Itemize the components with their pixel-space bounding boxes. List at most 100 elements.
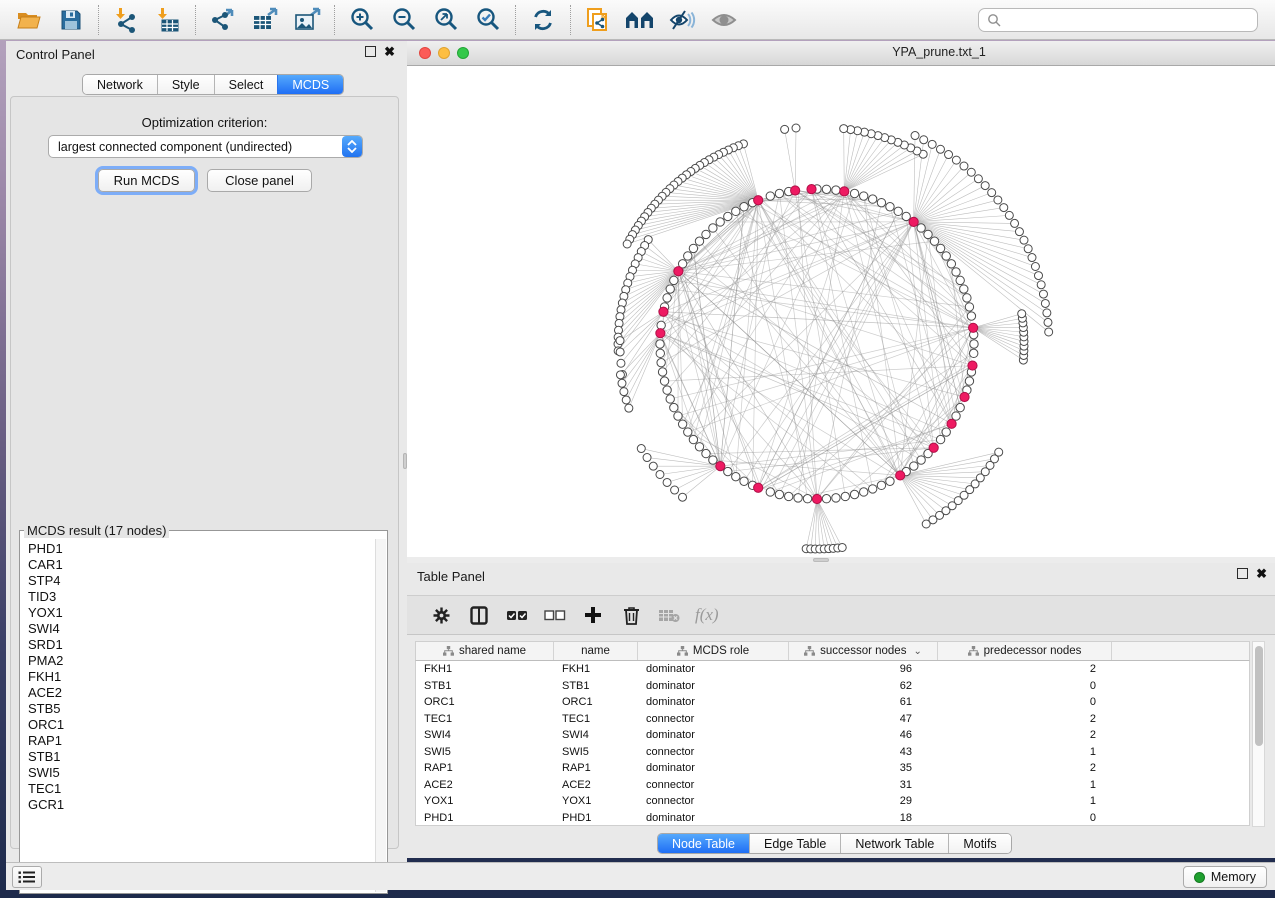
float-panel-icon[interactable]	[365, 46, 376, 57]
export-image-icon[interactable]	[286, 3, 328, 37]
table-row[interactable]: SWI4SWI4dominator462	[416, 727, 1249, 744]
mcds-result-list[interactable]: PHD1CAR1STP4TID3YOX1SWI4SRD1PMA2FKH1ACE2…	[21, 539, 375, 892]
tab-motifs[interactable]: Motifs	[948, 834, 1010, 853]
tab-network-table[interactable]: Network Table	[840, 834, 948, 853]
function-builder-icon[interactable]: f(x)	[695, 605, 719, 625]
list-item[interactable]: SWI4	[28, 621, 375, 637]
table-row[interactable]: ORC1ORC1dominator610	[416, 694, 1249, 711]
zoom-selected-icon[interactable]	[467, 3, 509, 37]
import-network-icon[interactable]	[105, 3, 147, 37]
table-panel-title: Table Panel	[417, 569, 485, 584]
column-header-predecessor-nodes[interactable]: predecessor nodes	[938, 642, 1112, 660]
list-item[interactable]: STB1	[28, 749, 375, 765]
table-row[interactable]: PHD1PHD1dominator180	[416, 810, 1249, 827]
list-item[interactable]: RAP1	[28, 733, 375, 749]
list-item[interactable]: ORC1	[28, 717, 375, 733]
list-item[interactable]: STP4	[28, 573, 375, 589]
control-panel-tabs: NetworkStyleSelectMCDS	[82, 74, 344, 95]
network-titlebar[interactable]: YPA_prune.txt_1	[407, 41, 1275, 66]
tab-node-table[interactable]: Node Table	[658, 834, 749, 853]
unselect-all-icon[interactable]	[543, 603, 567, 627]
export-table-icon[interactable]	[244, 3, 286, 37]
optimization-criterion-select[interactable]: largest connected component (undirected)	[48, 135, 363, 158]
table-cell: SWI5	[554, 746, 638, 758]
window-maximize-icon[interactable]	[457, 47, 469, 59]
delete-column-icon[interactable]	[619, 603, 643, 627]
tab-network[interactable]: Network	[83, 75, 157, 94]
table-row[interactable]: SWI5SWI5connector431	[416, 744, 1249, 761]
search-box[interactable]	[978, 8, 1258, 32]
window-minimize-icon[interactable]	[438, 47, 450, 59]
task-history-button[interactable]	[12, 866, 42, 888]
network-canvas[interactable]	[407, 66, 1275, 557]
import-table-icon[interactable]	[147, 3, 189, 37]
save-icon[interactable]	[50, 3, 92, 37]
column-header-MCDS-role[interactable]: MCDS role	[638, 642, 789, 660]
table-row[interactable]: ACE2ACE2connector311	[416, 777, 1249, 794]
select-all-icon[interactable]	[505, 603, 529, 627]
table-row[interactable]: TEC1TEC1connector472	[416, 711, 1249, 728]
search-input[interactable]	[1007, 13, 1249, 27]
search-icon	[987, 13, 1001, 27]
memory-button[interactable]: Memory	[1183, 866, 1267, 888]
memory-label: Memory	[1211, 870, 1256, 884]
float-panel-icon[interactable]	[1237, 568, 1248, 579]
show-all-icon[interactable]	[703, 3, 745, 37]
list-item[interactable]: PMA2	[28, 653, 375, 669]
list-item[interactable]: TEC1	[28, 781, 375, 797]
zoom-in-icon[interactable]	[341, 3, 383, 37]
table-cell: dominator	[638, 663, 789, 675]
list-item[interactable]: STB5	[28, 701, 375, 717]
list-item[interactable]: TID3	[28, 589, 375, 605]
scrollbar-thumb[interactable]	[1255, 646, 1263, 746]
list-item[interactable]: FKH1	[28, 669, 375, 685]
delete-table-icon[interactable]	[657, 603, 681, 627]
first-neighbors-icon[interactable]	[619, 3, 661, 37]
show-columns-icon[interactable]	[467, 603, 491, 627]
window-close-icon[interactable]	[419, 47, 431, 59]
table-scrollbar[interactable]	[1252, 641, 1265, 827]
tab-style[interactable]: Style	[157, 75, 214, 94]
mcds-result-title: MCDS result (17 nodes)	[24, 523, 169, 538]
column-header-name[interactable]: name	[554, 642, 638, 660]
close-panel-button[interactable]: Close panel	[207, 169, 312, 192]
refresh-layout-icon[interactable]	[522, 3, 564, 37]
hide-selected-icon[interactable]	[661, 3, 703, 37]
table-row[interactable]: YOX1YOX1connector291	[416, 793, 1249, 810]
tab-mcds[interactable]: MCDS	[277, 75, 343, 94]
close-panel-icon[interactable]: ✖	[384, 46, 395, 57]
gear-icon[interactable]	[429, 603, 453, 627]
new-network-from-selection-icon[interactable]	[577, 3, 619, 37]
table-cell: connector	[638, 795, 789, 807]
add-column-icon[interactable]	[581, 603, 605, 627]
tab-select[interactable]: Select	[214, 75, 278, 94]
list-item[interactable]: SWI5	[28, 765, 375, 781]
zoom-out-icon[interactable]	[383, 3, 425, 37]
export-network-icon[interactable]	[202, 3, 244, 37]
column-header-successor-nodes[interactable]: successor nodes⌄	[789, 642, 938, 660]
list-item[interactable]: CAR1	[28, 557, 375, 573]
select-stepper-icon	[342, 136, 362, 157]
list-item[interactable]: SRD1	[28, 637, 375, 653]
list-item[interactable]: ACE2	[28, 685, 375, 701]
toolbar-separator	[570, 5, 571, 35]
table-row[interactable]: STB1STB1dominator620	[416, 678, 1249, 695]
table-cell: connector	[638, 713, 789, 725]
zoom-fit-icon[interactable]	[425, 3, 467, 37]
table-cell: 35	[789, 762, 938, 774]
tab-edge-table[interactable]: Edge Table	[749, 834, 840, 853]
column-header-shared-name[interactable]: shared name	[416, 642, 554, 660]
table-tabs: Node TableEdge TableNetwork TableMotifs	[657, 833, 1012, 854]
close-panel-icon[interactable]: ✖	[1256, 568, 1267, 579]
list-item[interactable]: PHD1	[28, 541, 375, 557]
splitter-grip[interactable]	[813, 558, 829, 562]
list-item[interactable]: GCR1	[28, 797, 375, 813]
table-row[interactable]: RAP1RAP1dominator352	[416, 760, 1249, 777]
list-item[interactable]: YOX1	[28, 605, 375, 621]
table-cell: 61	[789, 696, 938, 708]
run-mcds-button[interactable]: Run MCDS	[98, 169, 195, 192]
table-row[interactable]: FKH1FKH1dominator962	[416, 661, 1249, 678]
table-cell: 2	[938, 713, 1112, 725]
mcds-result-scrollbar[interactable]	[375, 539, 386, 892]
open-folder-icon[interactable]	[8, 3, 50, 37]
